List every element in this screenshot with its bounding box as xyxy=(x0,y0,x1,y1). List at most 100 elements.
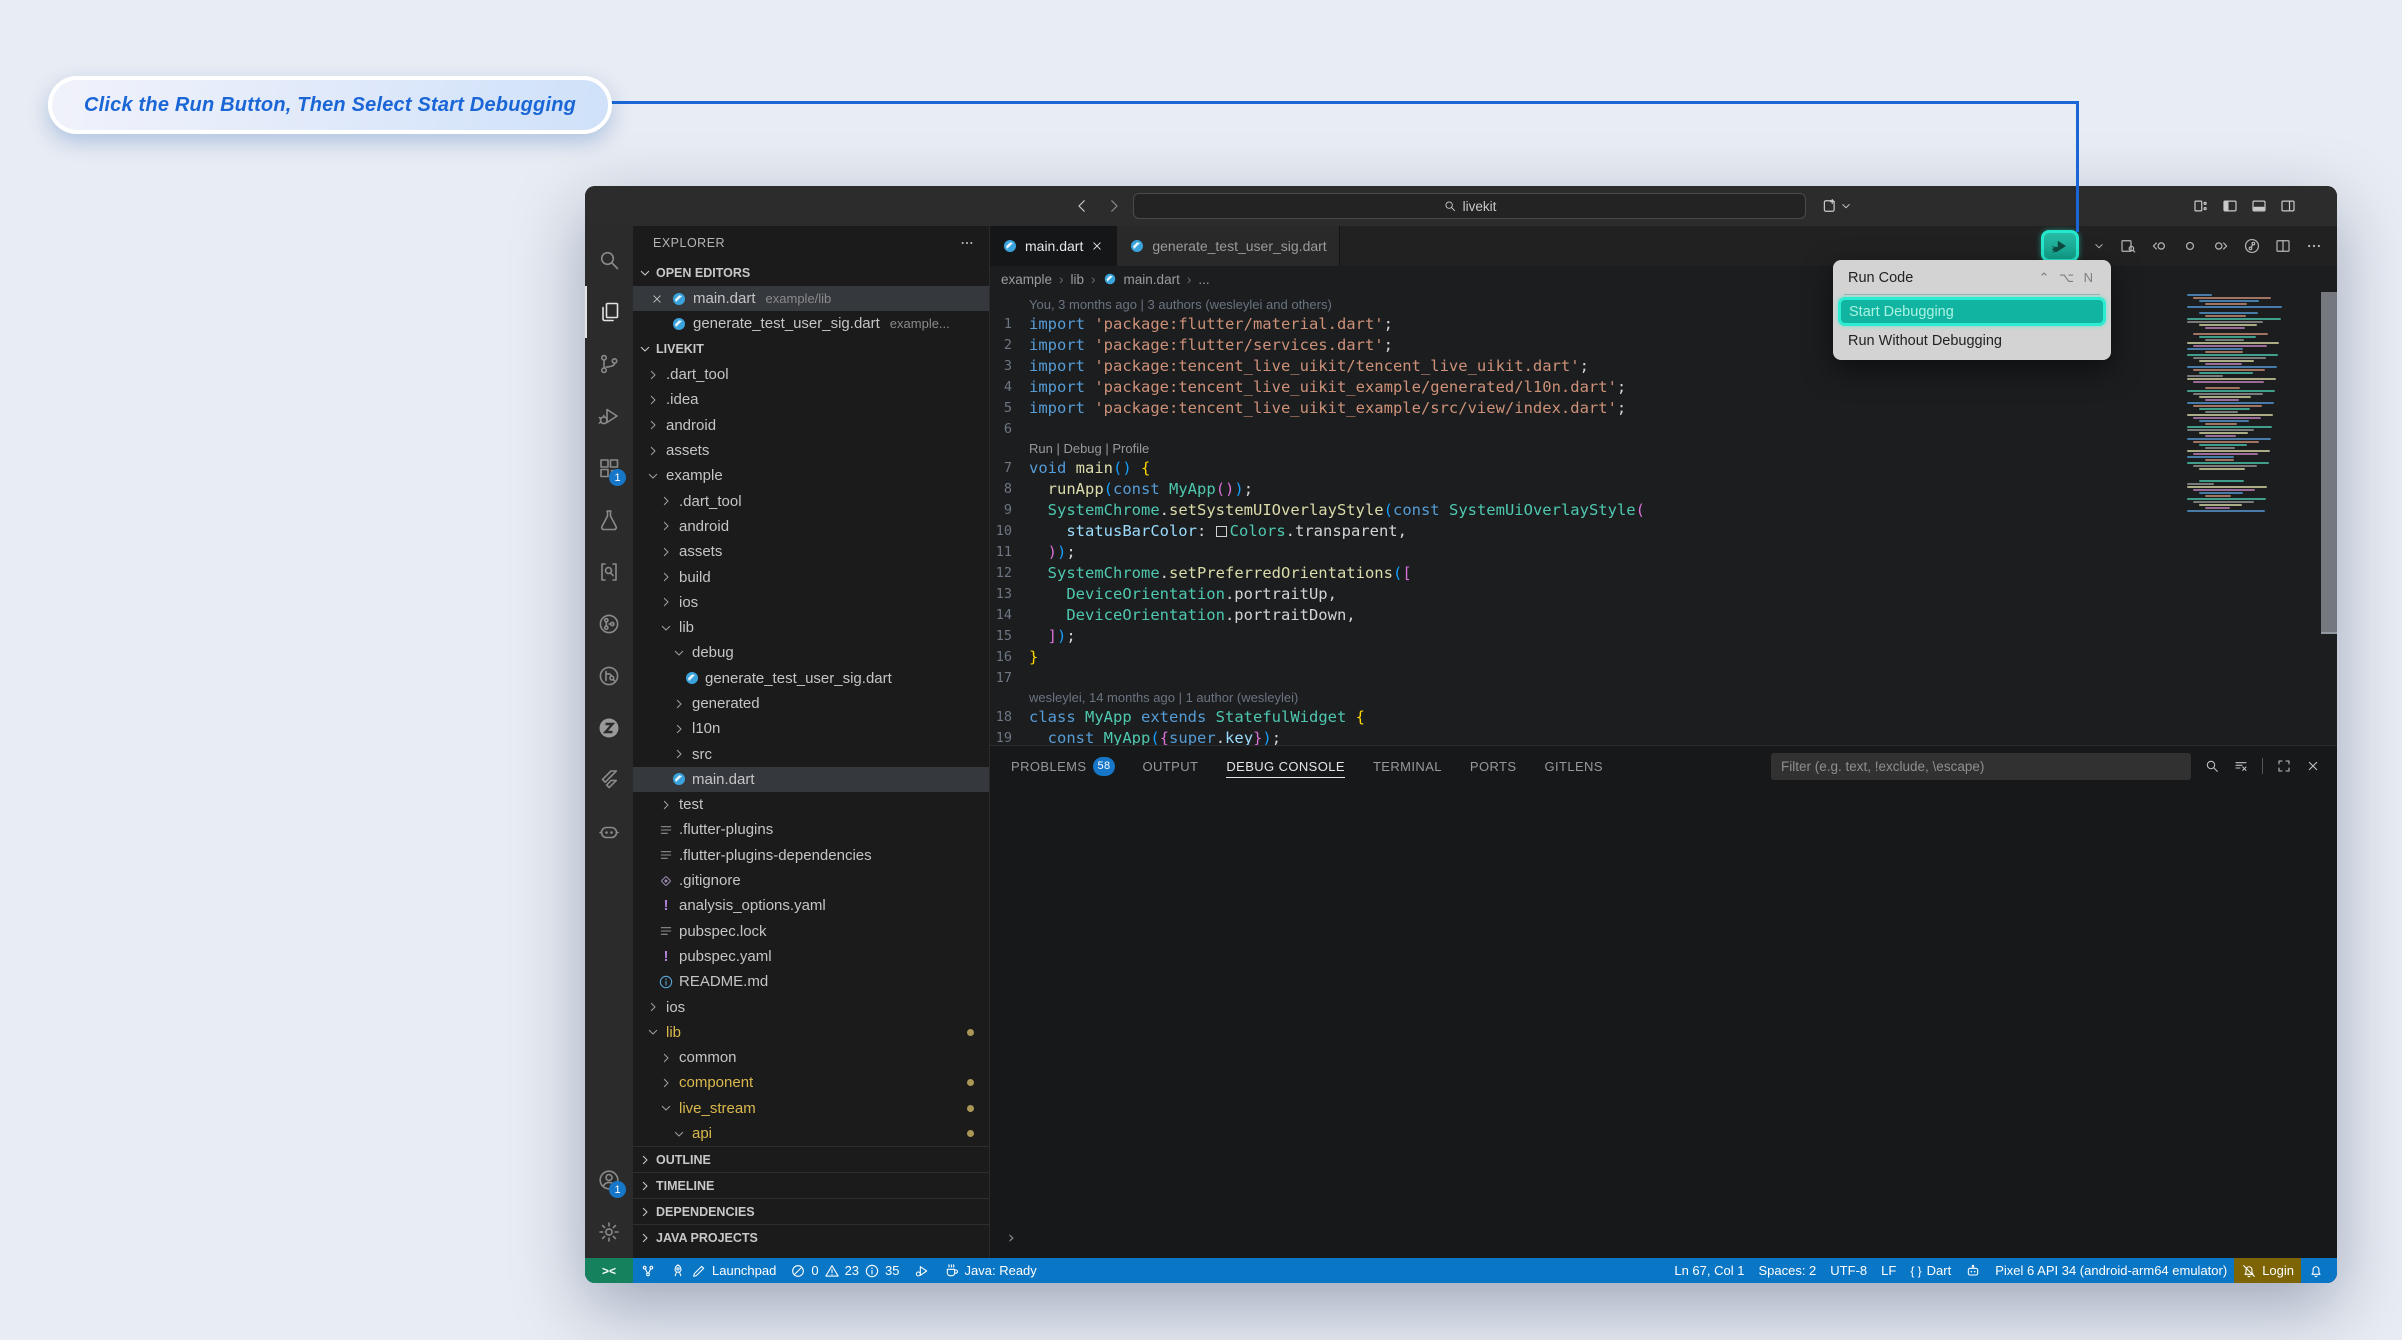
status-notifications[interactable] xyxy=(2301,1258,2331,1283)
activity-bar-item-search[interactable] xyxy=(585,234,633,286)
tab-main.dart[interactable]: main.dart xyxy=(990,226,1118,266)
tree-item-.dart_tool[interactable]: .dart_tool xyxy=(633,362,989,387)
run-dropdown-chevron-icon[interactable] xyxy=(2092,239,2106,253)
activity-bar-item-source-control[interactable] xyxy=(585,338,633,390)
section-java-projects[interactable]: JAVA PROJECTS xyxy=(633,1224,989,1250)
tree-item-pubspec.lock[interactable]: pubspec.lock xyxy=(633,919,989,944)
close-tab-icon[interactable] xyxy=(1090,239,1104,253)
code-line-10[interactable]: 10 statusBarColor: Colors.transparent, xyxy=(990,520,2337,541)
activity-bar-item-run-and-debug[interactable] xyxy=(585,390,633,442)
tree-item-l10n[interactable]: l10n xyxy=(633,716,989,741)
debug-console-filter-input[interactable] xyxy=(1771,752,2191,780)
toggle-sidebar-icon[interactable] xyxy=(2221,197,2239,215)
tree-item-main.dart[interactable]: main.dart xyxy=(633,766,989,793)
code-line-2[interactable]: 2 import 'package:flutter/services.dart'; xyxy=(990,334,2337,355)
tree-item-ios[interactable]: ios xyxy=(633,590,989,615)
menu-item-run-code[interactable]: Run Code ⌃ ⌥ N xyxy=(1837,264,2107,292)
tree-item-generate_test_user_sig.dart[interactable]: generate_test_user_sig.dart xyxy=(633,666,989,691)
tree-item-assets[interactable]: assets xyxy=(633,438,989,463)
tree-item-.gitignore[interactable]: .gitignore xyxy=(633,868,989,893)
explorer-actions-icon[interactable] xyxy=(959,235,975,251)
run-or-debug-button[interactable] xyxy=(2041,230,2079,262)
open-editors-header[interactable]: OPEN EDITORS xyxy=(633,260,989,286)
split-icon[interactable] xyxy=(2274,237,2292,255)
clear-console-icon[interactable] xyxy=(2233,758,2249,774)
status-remote-indicator[interactable]: >< xyxy=(585,1258,633,1283)
tree-item-generated[interactable]: generated xyxy=(633,691,989,716)
change-icon[interactable] xyxy=(2181,237,2199,255)
activity-bar-item-commit-search[interactable] xyxy=(585,546,633,598)
panel-search-icon[interactable] xyxy=(2204,758,2220,774)
breadcrumb-item[interactable]: example xyxy=(1001,272,1052,287)
code-line-19[interactable]: 19 const MyApp({super.key}); xyxy=(990,727,2337,746)
activity-bar-item-extensions[interactable]: 1 xyxy=(585,442,633,494)
minimap[interactable] xyxy=(2187,294,2317,528)
panel-tab-output[interactable]: OUTPUT xyxy=(1143,746,1199,786)
tree-item-analysis_options.yaml[interactable]: ! analysis_options.yaml xyxy=(633,893,989,918)
status-problems-summary[interactable]: 0 23 35 xyxy=(783,1258,906,1283)
status-indentation[interactable]: Spaces: 2 xyxy=(1751,1258,1823,1283)
panel-tab-ports[interactable]: PORTS xyxy=(1470,746,1517,786)
code-line-7[interactable]: 7 void main() { xyxy=(990,457,2337,478)
maximize-panel-icon[interactable] xyxy=(2276,758,2292,774)
tree-item-live_stream[interactable]: live_stream xyxy=(633,1096,989,1121)
codelens[interactable]: Run | Debug | Profile xyxy=(990,439,2337,457)
status-cursor-position[interactable]: Ln 67, Col 1 xyxy=(1667,1258,1751,1283)
command-center-search[interactable]: livekit xyxy=(1133,193,1806,219)
activity-bar-item-testing[interactable] xyxy=(585,494,633,546)
tree-item-api[interactable]: api xyxy=(633,1121,989,1146)
code-line-3[interactable]: 3 import 'package:tencent_live_uikit/tenc… xyxy=(990,355,2337,376)
status-encoding[interactable]: UTF-8 xyxy=(1823,1258,1874,1283)
panel-tab-terminal[interactable]: TERMINAL xyxy=(1373,746,1442,786)
nav-back-icon[interactable] xyxy=(1073,197,1091,215)
tree-item-example[interactable]: example xyxy=(633,463,989,488)
console-prompt[interactable]: › xyxy=(1006,1228,1016,1248)
open-editor-generate_test_user_sig.dart[interactable]: generate_test_user_sig.dart example... xyxy=(633,311,989,336)
next-change-icon[interactable] xyxy=(2212,237,2230,255)
tree-item-test[interactable]: test xyxy=(633,792,989,817)
status-login[interactable]: Login xyxy=(2234,1258,2301,1283)
tree-item-lib[interactable]: lib xyxy=(633,1020,989,1045)
status-assistant-status[interactable] xyxy=(1958,1258,1988,1283)
code-line-4[interactable]: 4 import 'package:tencent_live_uikit_exam… xyxy=(990,376,2337,397)
debug-console-body[interactable]: › xyxy=(990,786,2337,1258)
tree-item-component[interactable]: component xyxy=(633,1070,989,1095)
close-editor-icon[interactable] xyxy=(649,292,665,306)
nav-forward-icon[interactable] xyxy=(1105,197,1123,215)
tree-item-src[interactable]: src xyxy=(633,741,989,766)
code-line-16[interactable]: 16} xyxy=(990,646,2337,667)
status-debug-launch[interactable] xyxy=(907,1258,937,1283)
activity-bar-item-gitlens-inspect[interactable] xyxy=(585,650,633,702)
code-line-1[interactable]: 1 import 'package:flutter/material.dart'; xyxy=(990,313,2337,334)
tree-item-.dart_tool[interactable]: .dart_tool xyxy=(633,488,989,513)
code-line-17[interactable]: 17 xyxy=(990,667,2337,688)
tree-item-android[interactable]: android xyxy=(633,514,989,539)
code-line-8[interactable]: 8 runApp(const MyApp()); xyxy=(990,478,2337,499)
tree-item-debug[interactable]: debug xyxy=(633,640,989,665)
code-line-6[interactable]: 6 xyxy=(990,418,2337,439)
menu-item-start-debugging[interactable]: Start Debugging xyxy=(1838,297,2106,326)
open-remote-window-button[interactable] xyxy=(1821,197,1853,215)
ellipsis-icon[interactable] xyxy=(2305,237,2323,255)
section-outline[interactable]: OUTLINE xyxy=(633,1146,989,1172)
customize-layout-icon[interactable] xyxy=(2192,197,2210,215)
breadcrumb[interactable]: example › lib › main.dart ›... xyxy=(990,266,2337,292)
activity-bar-item-ai-assistant[interactable] xyxy=(585,806,633,858)
tree-item-.flutter-plugins-dependencies[interactable]: .flutter-plugins-dependencies xyxy=(633,843,989,868)
editor-scrollbar[interactable] xyxy=(2321,292,2337,634)
status-language-mode[interactable]: { } Dart xyxy=(1903,1258,1958,1283)
tab-generate_test_user_sig.dart[interactable]: generate_test_user_sig.dart xyxy=(1117,226,1340,266)
activity-bar-item-gitlens[interactable] xyxy=(585,598,633,650)
tree-item-.idea[interactable]: .idea xyxy=(633,387,989,412)
code-line-5[interactable]: 5 import 'package:tencent_live_uikit_exam… xyxy=(990,397,2337,418)
code-editor[interactable]: You, 3 months ago | 3 authors (wesleylei… xyxy=(990,292,2337,745)
activity-bar-item-explorer[interactable] xyxy=(585,286,633,338)
breadcrumb-item[interactable]: main.dart xyxy=(1124,272,1180,287)
preview-search-icon[interactable] xyxy=(2119,237,2137,255)
tree-item-README.md[interactable]: README.md xyxy=(633,969,989,994)
code-line-12[interactable]: 12 SystemChrome.setPreferredOrientations… xyxy=(990,562,2337,583)
toggle-secondary-sidebar-icon[interactable] xyxy=(2279,197,2297,215)
status-commit-graph[interactable] xyxy=(633,1258,663,1283)
section-dependencies[interactable]: DEPENDENCIES xyxy=(633,1198,989,1224)
prev-change-icon[interactable] xyxy=(2150,237,2168,255)
